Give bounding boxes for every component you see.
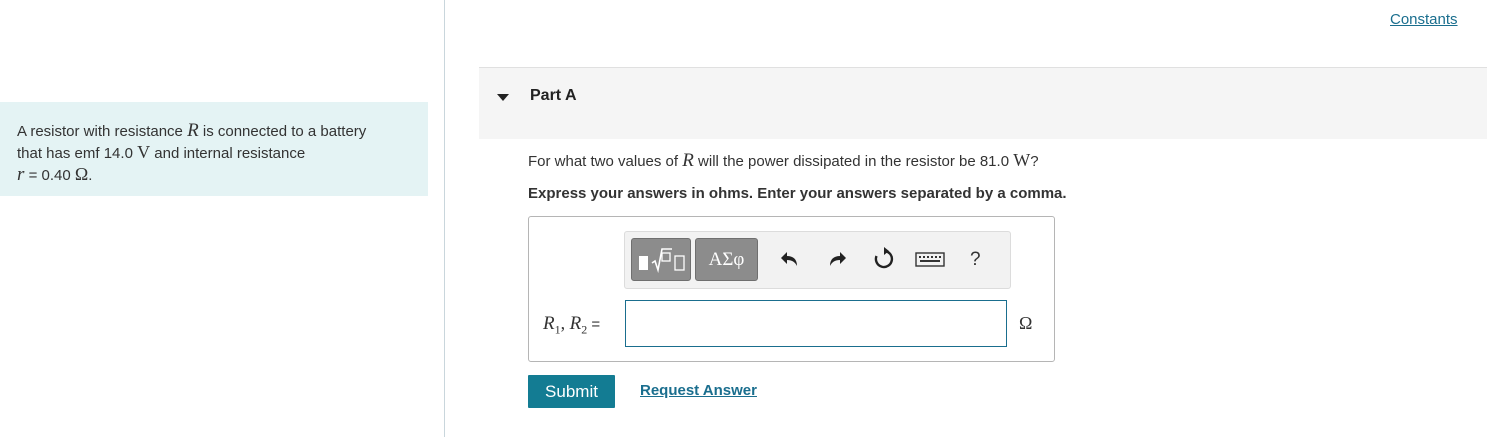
answer-label: R1, R2 =	[543, 313, 600, 338]
problem-statement: A resistor with resistance R is connecte…	[0, 102, 428, 196]
question-text: For what two values of R will the power …	[528, 150, 1039, 172]
symbols-icon[interactable]: ΑΣφ	[695, 238, 758, 281]
answer-unit: Ω	[1019, 313, 1033, 333]
internal-resistance-value: = 0.40	[28, 167, 71, 184]
problem-period: .	[88, 167, 93, 184]
question-unit: W	[1013, 150, 1031, 170]
answer-box: ΑΣφ ? R1, R2 = Ω	[528, 216, 1055, 362]
emf-value: 14.0	[103, 145, 133, 162]
answer-label-comma: ,	[560, 313, 570, 333]
question-variable: R	[682, 150, 694, 171]
answer-label-equals: =	[587, 316, 601, 333]
internal-resistance-unit: Ω	[74, 164, 89, 184]
problem-text-mid3: and internal resistance	[154, 145, 306, 162]
constants-link[interactable]: Constants	[1390, 11, 1458, 28]
emf-unit: V	[137, 142, 151, 162]
undo-icon[interactable]	[778, 247, 802, 271]
reset-icon[interactable]	[872, 247, 896, 271]
question-mid: will the power dissipated in the resisto…	[698, 153, 1010, 170]
part-title: Part A	[530, 87, 577, 104]
collapse-caret-icon[interactable]	[497, 94, 509, 101]
submit-button[interactable]: Submit	[528, 375, 615, 408]
answer-input[interactable]	[625, 300, 1007, 347]
question-end: ?	[1030, 153, 1039, 170]
var-internal-resistance: r	[17, 164, 25, 185]
answer-label-r2: R	[569, 313, 582, 334]
problem-text-mid1: is connected to a battery	[202, 123, 367, 140]
templates-icon[interactable]	[631, 238, 691, 281]
answer-instruction: Express your answers in ohms. Enter your…	[528, 185, 1067, 202]
math-toolbar: ΑΣφ ?	[624, 231, 1011, 289]
keyboard-icon[interactable]	[915, 247, 945, 271]
var-resistance: R	[187, 120, 199, 141]
answer-label-r1: R	[543, 313, 555, 334]
redo-icon[interactable]	[825, 247, 849, 271]
question-prefix: For what two values of	[528, 153, 679, 170]
request-answer-link[interactable]: Request Answer	[640, 382, 757, 399]
problem-text-intro: A resistor with resistance	[17, 123, 183, 140]
column-divider	[444, 0, 445, 437]
part-header[interactable]: Part A	[479, 67, 1487, 139]
problem-text-mid2: that has emf	[17, 145, 100, 162]
help-icon[interactable]: ?	[970, 249, 981, 271]
